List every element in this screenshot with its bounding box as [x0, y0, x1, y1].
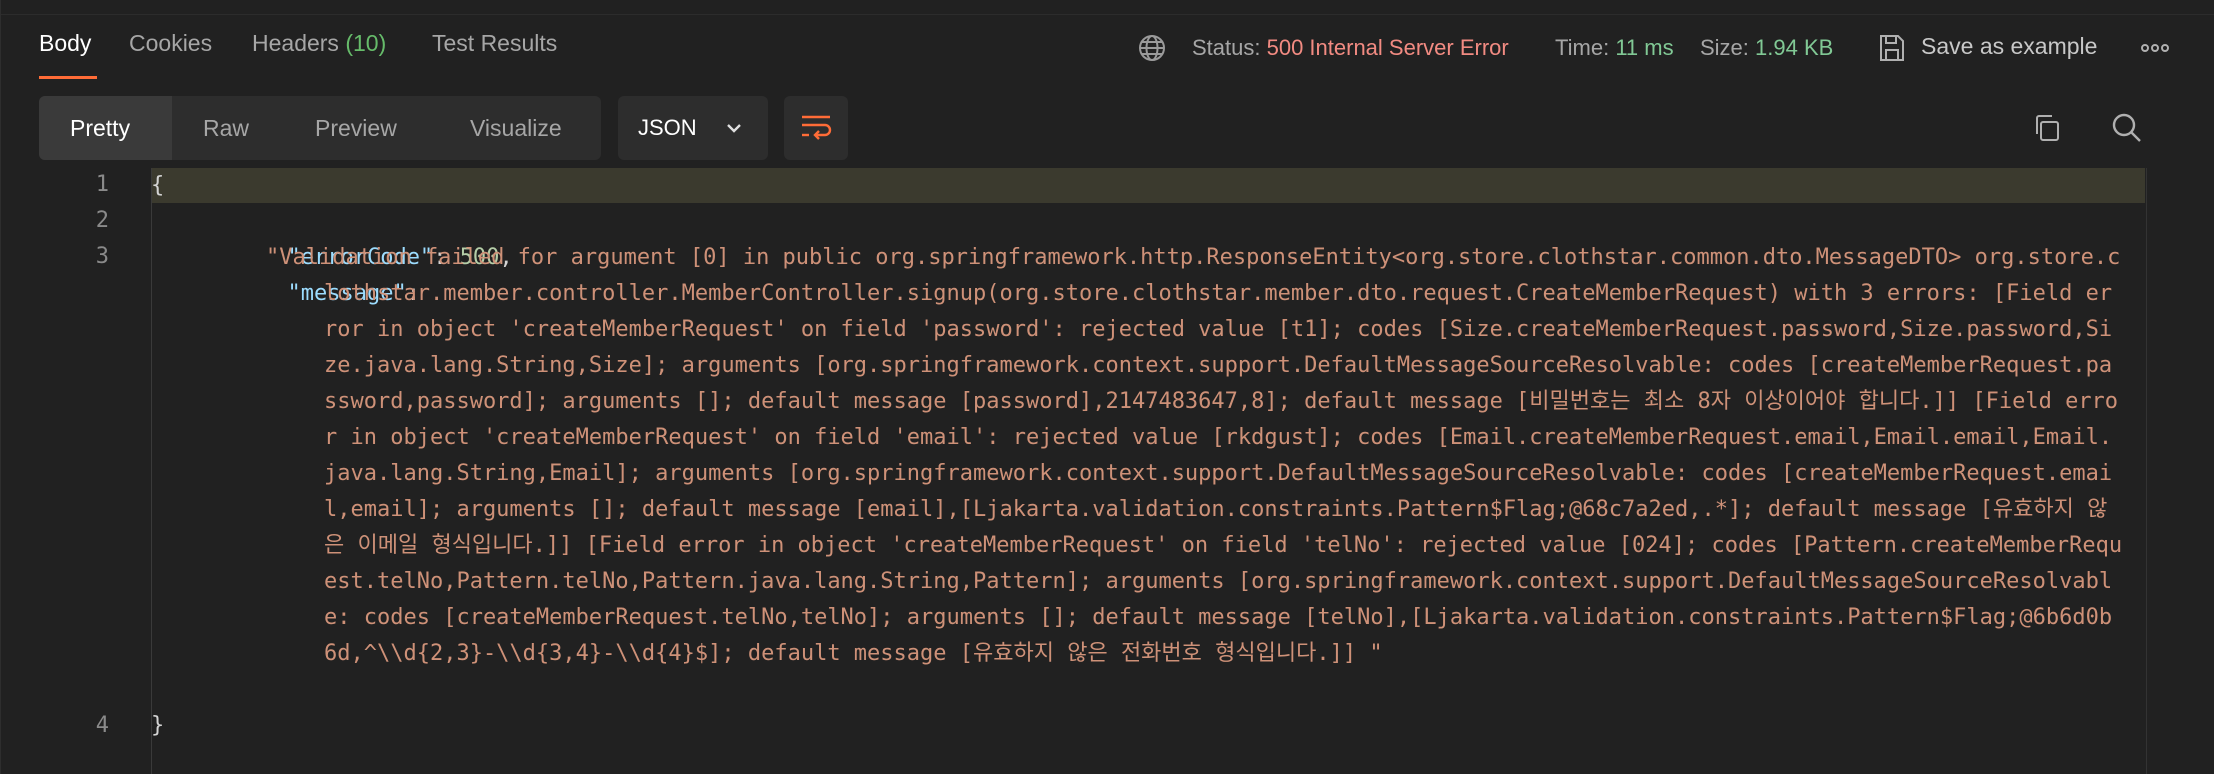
- mode-visualize[interactable]: Visualize: [439, 96, 593, 160]
- size-indicator[interactable]: Size: 1.94 KB: [1700, 35, 1833, 61]
- save-icon[interactable]: [1875, 30, 1909, 66]
- view-mode-selector: Pretty Raw Preview Visualize: [39, 96, 601, 160]
- search-icon[interactable]: [2109, 110, 2145, 146]
- time-label: Time:: [1555, 35, 1610, 60]
- mode-pretty-label: Pretty: [70, 114, 131, 141]
- save-as-example-button[interactable]: Save as example: [1921, 33, 2097, 60]
- tab-test-results[interactable]: Test Results: [432, 30, 557, 57]
- tab-body-label: Body: [39, 30, 92, 56]
- tab-body[interactable]: Body: [39, 30, 91, 57]
- close-brace: }: [151, 713, 165, 738]
- mode-preview[interactable]: Preview: [284, 96, 428, 160]
- gutter-divider: [151, 168, 152, 774]
- mode-visualize-label: Visualize: [470, 114, 562, 141]
- save-as-example-label: Save as example: [1921, 33, 2098, 59]
- message-value: "Validation failed for argument [0] in p…: [266, 245, 2123, 666]
- mode-pretty[interactable]: Pretty: [39, 96, 172, 160]
- wrap-lines-icon: [799, 112, 833, 145]
- line-number: 1: [95, 172, 109, 197]
- more-icon[interactable]: [2137, 36, 2173, 60]
- time-indicator[interactable]: Time: 11 ms: [1555, 35, 1674, 61]
- tab-cookies-label: Cookies: [129, 30, 213, 56]
- tab-headers[interactable]: Headers (10): [252, 30, 386, 57]
- mode-raw-label: Raw: [203, 114, 250, 141]
- editor-scroll-edge: [2146, 168, 2147, 774]
- headers-count: (10): [345, 30, 387, 56]
- status-indicator[interactable]: Status: 500 Internal Server Error: [1192, 35, 1509, 61]
- code-editor[interactable]: 1 2 3 4 { "errorCode": 500, "message": "…: [1, 168, 2214, 774]
- format-dropdown[interactable]: JSON: [618, 96, 768, 160]
- time-value: 11 ms: [1615, 35, 1674, 60]
- copy-icon[interactable]: [2029, 110, 2065, 146]
- tab-test-results-label: Test Results: [432, 30, 558, 56]
- active-tab-indicator: [39, 76, 97, 79]
- current-line-highlight: [152, 168, 2145, 203]
- chevron-down-icon: [724, 118, 744, 144]
- mode-preview-label: Preview: [315, 114, 397, 141]
- tab-cookies[interactable]: Cookies: [129, 30, 212, 57]
- size-value: 1.94 KB: [1755, 35, 1834, 60]
- mode-raw[interactable]: Raw: [172, 96, 280, 160]
- format-value: JSON: [638, 115, 697, 140]
- status-label: Status:: [1192, 35, 1261, 60]
- wrap-lines-button[interactable]: [784, 96, 848, 160]
- globe-icon[interactable]: [1135, 31, 1169, 65]
- line-number: 3: [95, 244, 109, 269]
- line-number: 4: [95, 713, 109, 738]
- status-value: 500 Internal Server Error: [1266, 35, 1509, 60]
- divider: [1, 14, 2214, 15]
- size-label: Size:: [1700, 35, 1749, 60]
- tab-headers-label: Headers: [252, 30, 339, 56]
- open-brace: {: [151, 173, 165, 198]
- response-panel: Body Cookies Headers (10) Test Results S…: [0, 0, 2214, 774]
- line-number: 2: [95, 208, 109, 233]
